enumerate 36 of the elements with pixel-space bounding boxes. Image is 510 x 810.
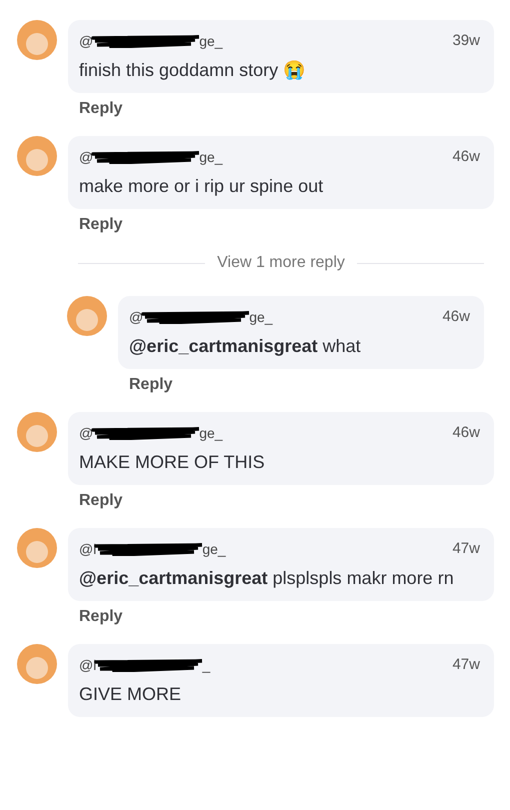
username[interactable]: @ — [79, 32, 94, 48]
timestamp: 46w — [442, 308, 470, 325]
reply-link[interactable]: Reply — [79, 216, 123, 234]
view-more-replies[interactable]: View 1 more reply — [217, 254, 345, 272]
avatar[interactable] — [67, 296, 107, 336]
username[interactable]: ge_ — [249, 308, 273, 324]
reply-link[interactable]: Reply — [79, 100, 123, 118]
comment-text: @eric_cartmanisgreat what — [129, 335, 362, 358]
comment-text: @eric_cartmanisgreat plsplspls makr more rn — [79, 567, 455, 590]
reply-link[interactable]: Reply — [79, 492, 123, 510]
comment-text: finish this goddamn story 😭 — [79, 59, 306, 82]
username[interactable]: ge_ — [199, 424, 223, 440]
username[interactable]: ge_ — [199, 32, 223, 48]
timestamp: 39w — [452, 32, 480, 49]
timestamp: 47w — [452, 656, 480, 673]
reply-link[interactable]: Reply — [129, 376, 173, 394]
avatar[interactable] — [17, 136, 57, 176]
avatar[interactable] — [17, 20, 57, 60]
comment-text: make more or i rip ur spine out — [79, 175, 324, 198]
avatar[interactable] — [17, 528, 57, 568]
username[interactable]: _ — [202, 656, 210, 672]
username[interactable]: @ — [79, 424, 94, 440]
timestamp: 47w — [452, 540, 480, 557]
comment-text: MAKE MORE OF THIS — [79, 451, 266, 474]
username[interactable]: @ — [79, 148, 94, 164]
avatar[interactable] — [17, 644, 57, 684]
username[interactable]: @ — [129, 308, 144, 324]
username[interactable]: ge_ — [202, 540, 226, 556]
timestamp: 46w — [452, 424, 480, 441]
reply-link[interactable]: Reply — [79, 608, 123, 626]
timestamp: 46w — [452, 148, 480, 165]
username[interactable]: @l — [79, 656, 96, 672]
avatar[interactable] — [17, 412, 57, 452]
username[interactable]: ge_ — [199, 148, 223, 164]
comment-text: GIVE MORE — [79, 683, 182, 706]
username[interactable]: @l — [79, 540, 96, 556]
